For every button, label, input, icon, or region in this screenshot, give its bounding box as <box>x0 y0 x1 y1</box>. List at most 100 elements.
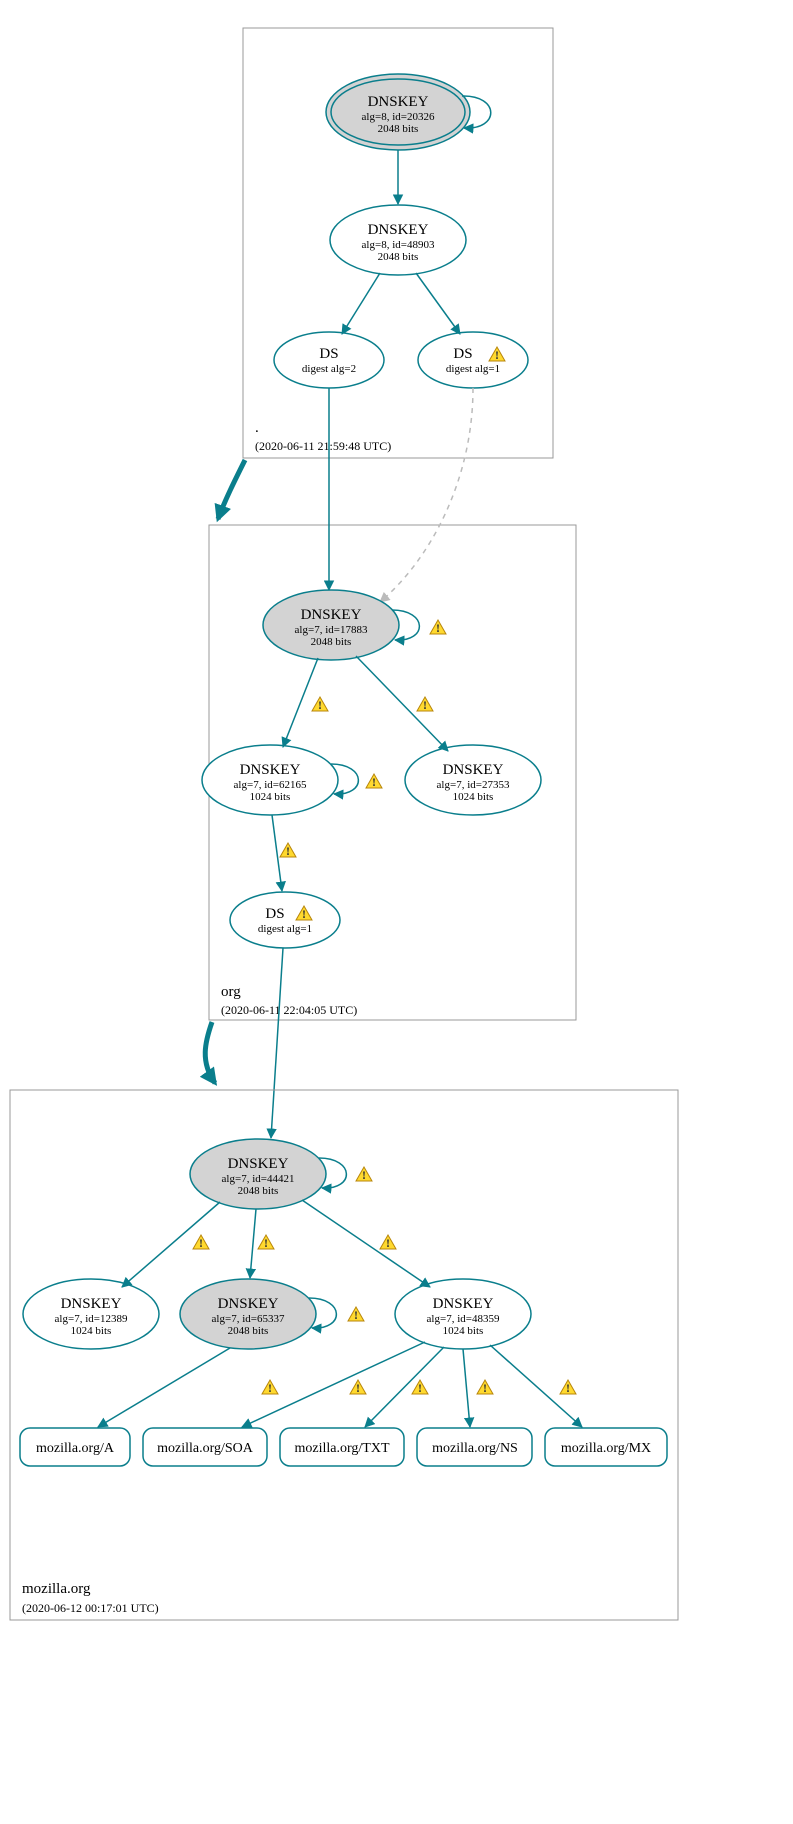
node-root-zsk: DNSKEY alg=8, id=48903 2048 bits <box>330 205 466 275</box>
warning-icon: ! <box>262 1380 278 1395</box>
svg-text:!: ! <box>318 698 322 712</box>
zone-label-mozilla: mozilla.org <box>22 1581 91 1597</box>
delegation-root-org <box>218 460 245 519</box>
svg-text:!: ! <box>354 1308 358 1322</box>
svg-text:alg=7, id=62165: alg=7, id=62165 <box>234 779 307 791</box>
warning-icon: ! <box>356 1167 372 1182</box>
delegation-org-mozilla <box>205 1022 215 1083</box>
svg-text:alg=7, id=48359: alg=7, id=48359 <box>427 1313 500 1325</box>
node-moz-k1: DNSKEY alg=7, id=12389 1024 bits <box>23 1279 159 1349</box>
svg-text:DNSKEY: DNSKEY <box>301 607 362 623</box>
svg-text:alg=7, id=27353: alg=7, id=27353 <box>437 779 510 791</box>
warning-icon: ! <box>477 1380 493 1395</box>
node-root-ds1: DS digest alg=2 <box>274 332 384 388</box>
node-moz-k3: DNSKEY alg=7, id=48359 1024 bits <box>395 1279 531 1349</box>
svg-text:1024 bits: 1024 bits <box>453 791 494 803</box>
svg-text:1024 bits: 1024 bits <box>250 791 291 803</box>
svg-text:DNSKEY: DNSKEY <box>228 1156 289 1172</box>
svg-text:!: ! <box>268 1381 272 1395</box>
warning-icon: ! <box>380 1235 396 1250</box>
svg-text:alg=7, id=44421: alg=7, id=44421 <box>222 1173 295 1185</box>
svg-text:mozilla.org/TXT: mozilla.org/TXT <box>295 1441 390 1456</box>
node-org-ksk: DNSKEY alg=7, id=17883 2048 bits <box>263 590 399 660</box>
svg-text:!: ! <box>386 1236 390 1250</box>
node-org-ds: DS digest alg=1 <box>230 892 340 948</box>
svg-text:digest alg=1: digest alg=1 <box>258 923 312 935</box>
warning-icon: ! <box>348 1307 364 1322</box>
edge-root-zsk-ds1 <box>342 273 380 334</box>
warning-icon: ! <box>560 1380 576 1395</box>
warning-icon: ! <box>280 843 296 858</box>
svg-text:DS: DS <box>319 346 338 362</box>
zone-time-root: (2020-06-11 21:59:48 UTC) <box>255 439 391 453</box>
zone-label-root: . <box>255 420 259 436</box>
svg-text:DNSKEY: DNSKEY <box>240 762 301 778</box>
svg-text:2048 bits: 2048 bits <box>311 636 352 648</box>
warning-icon: ! <box>350 1380 366 1395</box>
edge-orgksk-zsk2 <box>356 656 448 751</box>
edge-k3-txt <box>365 1347 444 1427</box>
edge-k2-a <box>98 1348 230 1427</box>
svg-text:1024 bits: 1024 bits <box>443 1325 484 1337</box>
rr-a: mozilla.org/A <box>20 1428 130 1466</box>
svg-text:2048 bits: 2048 bits <box>238 1185 279 1197</box>
node-moz-ksk: DNSKEY alg=7, id=44421 2048 bits <box>190 1139 326 1209</box>
svg-text:alg=7, id=65337: alg=7, id=65337 <box>212 1313 285 1325</box>
svg-text:DNSKEY: DNSKEY <box>443 762 504 778</box>
rr-mx: mozilla.org/MX <box>545 1428 667 1466</box>
svg-text:1024 bits: 1024 bits <box>71 1325 112 1337</box>
node-org-zsk2: DNSKEY alg=7, id=27353 1024 bits <box>405 745 541 815</box>
svg-text:DNSKEY: DNSKEY <box>433 1296 494 1312</box>
svg-text:2048 bits: 2048 bits <box>378 123 419 135</box>
svg-text:!: ! <box>362 1168 366 1182</box>
svg-text:!: ! <box>356 1381 360 1395</box>
warning-icon: ! <box>412 1380 428 1395</box>
zone-label-org: org <box>221 984 241 1000</box>
svg-text:!: ! <box>423 698 427 712</box>
edge-k3-ns <box>463 1349 470 1427</box>
svg-text:!: ! <box>483 1381 487 1395</box>
zone-time-org: (2020-06-11 22:04:05 UTC) <box>221 1003 357 1017</box>
svg-text:!: ! <box>286 844 290 858</box>
edge-orgksk-zsk1 <box>283 658 318 747</box>
edge-mozksk-k3 <box>302 1200 430 1287</box>
warning-icon: ! <box>366 774 382 789</box>
svg-text:!: ! <box>302 907 306 921</box>
svg-text:DNSKEY: DNSKEY <box>368 94 429 110</box>
edge-root-zsk-ds2 <box>416 273 460 334</box>
svg-text:!: ! <box>566 1381 570 1395</box>
warning-icon: ! <box>193 1235 209 1250</box>
svg-text:alg=8, id=20326: alg=8, id=20326 <box>362 111 435 123</box>
rr-ns: mozilla.org/NS <box>417 1428 532 1466</box>
svg-text:digest alg=2: digest alg=2 <box>302 363 356 375</box>
svg-text:!: ! <box>199 1236 203 1250</box>
node-root-ksk: DNSKEY alg=8, id=20326 2048 bits <box>326 74 470 150</box>
svg-text:digest alg=1: digest alg=1 <box>446 363 500 375</box>
svg-text:mozilla.org/NS: mozilla.org/NS <box>432 1441 518 1456</box>
node-root-ds2: DS digest alg=1 <box>418 332 528 388</box>
svg-text:!: ! <box>418 1381 422 1395</box>
zone-time-mozilla: (2020-06-12 00:17:01 UTC) <box>22 1601 159 1615</box>
svg-text:DS: DS <box>453 346 472 362</box>
svg-text:alg=8, id=48903: alg=8, id=48903 <box>362 239 435 251</box>
svg-text:DNSKEY: DNSKEY <box>61 1296 122 1312</box>
edge-orgds-mozksk <box>271 948 283 1138</box>
node-org-zsk1: DNSKEY alg=7, id=62165 1024 bits <box>202 745 338 815</box>
edge-mozksk-k2 <box>250 1209 256 1278</box>
svg-text:DNSKEY: DNSKEY <box>218 1296 279 1312</box>
warning-icon: ! <box>312 697 328 712</box>
svg-text:mozilla.org/MX: mozilla.org/MX <box>561 1441 651 1456</box>
svg-text:!: ! <box>372 775 376 789</box>
rr-txt: mozilla.org/TXT <box>280 1428 404 1466</box>
svg-text:DNSKEY: DNSKEY <box>368 222 429 238</box>
warning-icon: ! <box>258 1235 274 1250</box>
edge-ds2-orgksk-dashed <box>380 388 473 602</box>
svg-text:!: ! <box>495 348 499 362</box>
svg-text:DS: DS <box>265 906 284 922</box>
svg-text:mozilla.org/A: mozilla.org/A <box>36 1441 115 1456</box>
node-moz-k2: DNSKEY alg=7, id=65337 2048 bits <box>180 1279 316 1349</box>
svg-text:alg=7, id=17883: alg=7, id=17883 <box>295 624 368 636</box>
zone-box-mozilla <box>10 1090 678 1620</box>
edge-orgzsk1-ds <box>272 815 282 891</box>
svg-text:2048 bits: 2048 bits <box>228 1325 269 1337</box>
